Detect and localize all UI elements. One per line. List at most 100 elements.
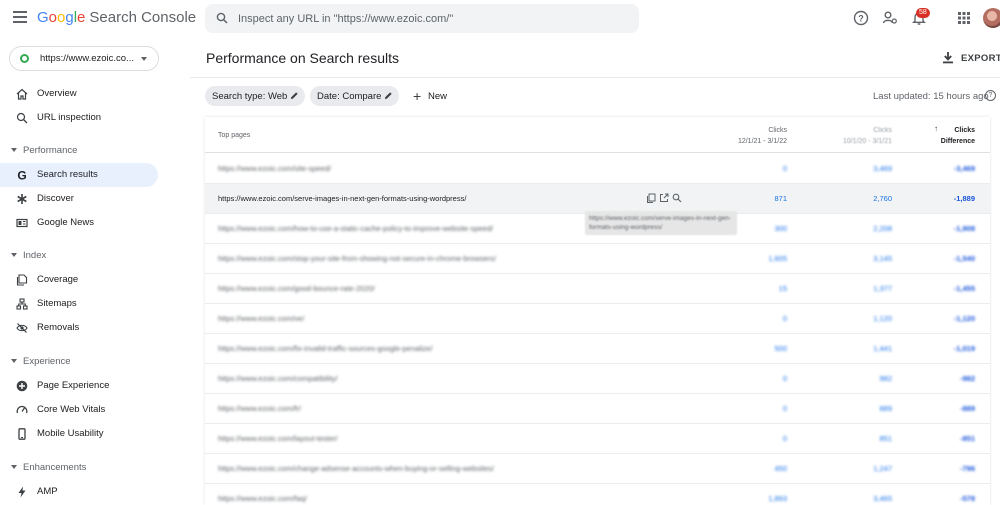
section-title: Experience <box>23 356 71 367</box>
clicks-current-value: 500 <box>774 344 787 353</box>
help-circle-icon[interactable]: ? <box>985 90 996 101</box>
col-header-top-pages[interactable]: Top pages <box>218 132 250 139</box>
col-header-clicks-current[interactable]: Clicks 12/1/21 - 3/1/22 <box>738 125 787 147</box>
sidebar-item-amp[interactable]: AMP <box>0 480 158 504</box>
search-console-logo[interactable]: Google Search Console <box>37 9 196 26</box>
table-row[interactable]: https://www.ezoic.com/faq/1,893 3,465 -578 <box>205 484 990 505</box>
plus-circle-icon <box>16 380 28 392</box>
sidebar-item-page-experience[interactable]: Page Experience <box>0 374 158 398</box>
sidebar-item-label: URL inspection <box>37 112 102 123</box>
clicks-previous-value: 1,120 <box>873 314 892 323</box>
section-performance[interactable]: Performance <box>0 141 158 161</box>
section-enhancements[interactable]: Enhancements <box>0 458 158 478</box>
clicks-current-value: 1,893 <box>768 494 787 503</box>
clicks-previous-value: 3,465 <box>873 494 892 503</box>
page-url: https://www.ezoic.com/fix-invalid-traffi… <box>218 344 433 353</box>
help-icon[interactable]: ? <box>853 10 869 26</box>
home-icon <box>16 88 28 100</box>
plus-icon: + <box>413 88 422 104</box>
sidebar-item-label: Page Experience <box>37 380 110 391</box>
page-title: Performance on Search results <box>206 50 399 66</box>
clicks-difference-value: -578 <box>959 494 975 503</box>
sidebar-item-mobile-usability[interactable]: Mobile Usability <box>0 422 158 446</box>
account-avatar[interactable] <box>983 8 1000 28</box>
open-in-new-icon[interactable] <box>659 193 669 203</box>
url-inspection-search[interactable] <box>205 4 639 33</box>
sidebar-item-discover[interactable]: Discover <box>0 187 158 211</box>
top-app-bar: GoogleSearch Console ? 58 <box>0 0 1000 37</box>
clicks-current-value: 0 <box>782 434 787 443</box>
eye-off-icon <box>16 323 28 333</box>
news-icon <box>16 218 28 228</box>
clicks-current-value: 450 <box>774 464 787 473</box>
collapse-arrow-icon <box>11 359 17 363</box>
clicks-previous-value: 982 <box>879 374 892 383</box>
collapse-arrow-icon <box>11 253 17 257</box>
collapse-arrow-icon <box>11 465 17 469</box>
table-row[interactable]: https://www.ezoic.com/compatibility/0 982… <box>205 364 990 394</box>
page-url: https://www.ezoic.com/change-adsense-acc… <box>218 464 494 473</box>
property-selector[interactable]: https://www.ezoic.co... <box>9 46 159 71</box>
clicks-difference-value: -851 <box>959 434 975 443</box>
sidebar-item-search-results[interactable]: G Search results <box>0 163 158 187</box>
col-header-clicks-difference[interactable]: Clicks Difference <box>941 125 975 147</box>
clicks-current-value: 0 <box>782 314 787 323</box>
section-index[interactable]: Index <box>0 246 158 266</box>
table-row[interactable]: https://www.ezoic.com/fr/0 889 -889 <box>205 394 990 424</box>
sidebar-item-url-inspection[interactable]: URL inspection <box>0 106 158 130</box>
table-row[interactable]: https://www.ezoic.com/ve/0 1,120 -1,120 <box>205 304 990 334</box>
sidebar-item-label: Search results <box>37 169 98 180</box>
main-content: Performance on Search results EXPORT Sea… <box>190 37 1000 505</box>
table-row[interactable]: https://www.ezoic.com/site-speed/0 3,469 -… <box>205 154 990 184</box>
col-title: Clicks <box>954 127 975 134</box>
page-url: https://www.ezoic.com/how-to-use-a-stati… <box>218 224 494 233</box>
sidebar-item-label: Mobile Usability <box>37 428 104 439</box>
inspect-url-icon[interactable] <box>672 193 682 203</box>
menu-icon[interactable] <box>13 11 27 23</box>
new-filter-button[interactable]: + New <box>408 86 448 106</box>
clicks-current-value: 1,605 <box>768 254 787 263</box>
search-input[interactable] <box>238 9 628 28</box>
apps-grid-icon[interactable] <box>956 10 972 26</box>
chip-label: Search type: Web <box>212 91 288 102</box>
edit-pencil-icon[interactable] <box>290 91 299 100</box>
clicks-difference-value: -1,019 <box>953 344 975 353</box>
sort-arrow-up-icon[interactable]: ↑ <box>934 124 938 133</box>
manage-users-icon[interactable] <box>882 10 898 26</box>
section-title: Performance <box>23 145 78 156</box>
clicks-difference-value: -1,455 <box>953 284 975 293</box>
sidebar-item-label: Coverage <box>37 274 79 285</box>
table-row[interactable]: https://www.ezoic.com/fix-invalid-traffi… <box>205 334 990 364</box>
google-wordmark: Google <box>37 9 85 26</box>
export-label: EXPORT <box>961 53 1000 64</box>
sidebar-item-core-web-vitals[interactable]: Core Web Vitals <box>0 398 158 422</box>
sidebar-item-overview[interactable]: Overview <box>0 82 158 106</box>
col-date-range: 10/1/20 - 3/1/21 <box>842 138 892 145</box>
table-row[interactable]: https://www.ezoic.com/stop-your-site-fro… <box>205 244 990 274</box>
notification-count-badge: 58 <box>916 8 930 18</box>
filter-chip-search-type[interactable]: Search type: Web <box>205 86 305 106</box>
wordmark-letter: G <box>37 9 49 26</box>
sidebar-item-removals[interactable]: Removals <box>0 316 158 340</box>
copy-icon[interactable] <box>646 193 656 203</box>
clicks-difference-value: -982 <box>959 374 975 383</box>
sidebar-item-google-news[interactable]: Google News <box>0 211 158 235</box>
asterisk-icon <box>17 194 27 204</box>
download-icon <box>943 52 953 64</box>
verified-property-icon <box>20 54 29 63</box>
clicks-difference-value: -1,120 <box>953 314 975 323</box>
section-experience[interactable]: Experience <box>0 352 158 372</box>
filter-chip-date[interactable]: Date: Compare <box>310 86 399 106</box>
table-row[interactable]: https://www.ezoic.com/change-adsense-acc… <box>205 454 990 484</box>
col-header-clicks-previous[interactable]: Clicks 10/1/20 - 3/1/21 <box>843 125 892 147</box>
chip-label: Date: Compare <box>317 91 382 102</box>
bolt-icon <box>18 486 26 498</box>
sidebar-item-coverage[interactable]: Coverage <box>0 268 158 292</box>
sidebar-item-label: Overview <box>37 88 77 99</box>
edit-pencil-icon[interactable] <box>384 91 393 100</box>
table-row[interactable]: https://www.ezoic.com/good-bounce-rate-2… <box>205 274 990 304</box>
sidebar-item-sitemaps[interactable]: Sitemaps <box>0 292 158 316</box>
svg-text:G: G <box>17 169 26 181</box>
table-row[interactable]: https://www.ezoic.com/serve-images-in-ne… <box>205 184 990 214</box>
table-row[interactable]: https://www.ezoic.com/layout-tester/0 851… <box>205 424 990 454</box>
